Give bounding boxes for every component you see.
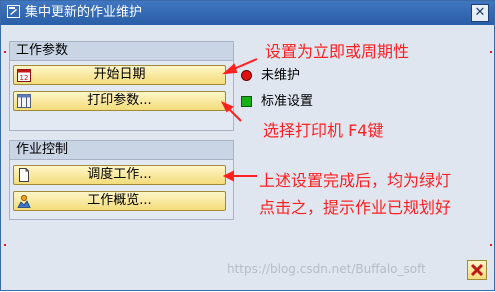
job-params-group: 工作参数 — [9, 41, 234, 131]
dialog-icon — [7, 5, 20, 18]
corner-marker — [490, 51, 492, 53]
schedule-job-label: 调度工作... — [87, 167, 152, 182]
print-params-label: 打印参数... — [87, 93, 152, 108]
annotation-periodic: 设置为立即或周期性 — [265, 42, 410, 61]
close-button[interactable]: ✕ — [471, 4, 489, 22]
annotation-green-light-2: 点击之，提示作业已规划好 — [259, 198, 452, 217]
title-bar: 集中更新的作业维护 ✕ — [1, 1, 494, 25]
status-not-maintained-label: 未维护 — [261, 68, 301, 83]
corner-marker — [490, 244, 492, 246]
job-control-header: 作业控制 — [10, 141, 233, 160]
dialog-window: 集中更新的作业维护 ✕ 工作参数 12 开始日期 打印参数... 未维护 标准设… — [0, 0, 495, 291]
print-params-button[interactable]: 打印参数... — [13, 91, 226, 111]
annotation-printer: 选择打印机 F4键 — [263, 121, 384, 140]
cancel-button[interactable] — [467, 260, 487, 280]
job-params-header: 工作参数 — [10, 42, 233, 61]
window-title: 集中更新的作业维护 — [25, 5, 143, 20]
start-date-label: 开始日期 — [93, 67, 146, 82]
job-overview-label: 工作概览... — [87, 193, 152, 208]
cancel-icon — [470, 263, 484, 277]
green-light-icon — [241, 96, 252, 107]
start-date-button[interactable]: 12 开始日期 — [13, 65, 226, 85]
corner-marker — [4, 244, 6, 246]
job-overview-button[interactable]: 工作概览... — [13, 191, 226, 211]
corner-marker — [4, 51, 6, 53]
watermark: https://blog.csdn.net/Buffalo_soft — [227, 262, 426, 276]
red-light-icon — [241, 70, 252, 81]
annotation-green-light-1: 上述设置完成后，均为绿灯 — [259, 171, 452, 190]
schedule-job-button[interactable]: 调度工作... — [13, 165, 226, 185]
status-standard-label: 标准设置 — [261, 94, 314, 109]
